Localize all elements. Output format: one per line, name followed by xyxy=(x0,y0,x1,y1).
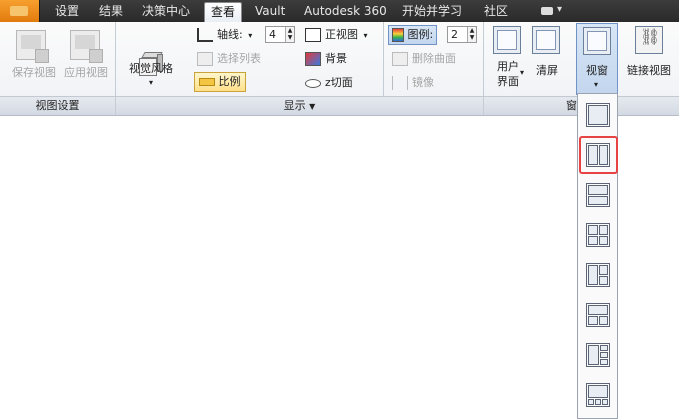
single-viewport-icon xyxy=(586,103,610,127)
save-view-label: 保存视图 xyxy=(12,66,56,79)
select-list-button[interactable]: 选择列表 xyxy=(197,50,261,68)
ruler-icon xyxy=(199,78,215,86)
chevron-down-icon: ▾ xyxy=(594,80,599,89)
layout-four-grid-option[interactable] xyxy=(583,220,613,250)
user-interface-button[interactable]: 用户 界面 ▾ xyxy=(490,24,526,94)
tab-settings[interactable]: 设置 xyxy=(55,2,79,22)
legend-value: 2 xyxy=(451,28,458,41)
caret-down-icon: ▾ xyxy=(557,4,563,15)
z-section-label: z切面 xyxy=(325,76,353,89)
scale-button[interactable]: 比例 xyxy=(194,72,246,92)
four-grid-viewport-icon xyxy=(586,223,610,247)
delete-section-button[interactable]: 删除曲面 xyxy=(392,50,456,68)
axes-number-input[interactable]: 4 ▲ ▼ xyxy=(265,26,295,43)
viewport-button[interactable]: 视窗 ▾ xyxy=(576,23,618,95)
tab-results[interactable]: 结果 xyxy=(99,2,123,22)
selected-layout-highlight xyxy=(579,136,618,174)
axes-value: 4 xyxy=(269,28,276,41)
viewport-label: 视窗 xyxy=(586,64,608,77)
apply-view-label: 应用视图 xyxy=(64,66,108,79)
save-view-icon xyxy=(16,30,49,63)
tab-autodesk-360[interactable]: Autodesk 360 xyxy=(304,2,387,22)
front-view-button[interactable]: 正视图 ▾ xyxy=(305,26,368,44)
application-menu-button[interactable] xyxy=(0,0,40,22)
apply-view-icon xyxy=(70,30,103,63)
background-icon xyxy=(305,52,321,66)
tab-vault[interactable]: Vault xyxy=(255,2,285,22)
panel-title-view-settings: 视图设置 xyxy=(0,96,115,115)
axes-icon xyxy=(197,28,213,42)
chain-link-icon: ⛓ xyxy=(635,26,663,54)
tab-view[interactable]: 查看 xyxy=(204,2,243,22)
layout-four-bottom-row-option[interactable] xyxy=(583,380,613,410)
visual-style-button[interactable]: 视觉风格 ▾ xyxy=(122,62,180,90)
spinner-arrows-icon[interactable]: ▲ ▼ xyxy=(285,27,294,42)
viewport-icon xyxy=(583,27,611,55)
legend-label: 图例: xyxy=(407,28,434,41)
three-right-stack-viewport-icon xyxy=(586,343,610,367)
layout-two-horizontal-option[interactable] xyxy=(583,180,613,210)
link-views-label: 链接视图 xyxy=(627,64,671,77)
front-view-icon xyxy=(305,28,321,42)
spinner-arrows-icon[interactable]: ▲ ▼ xyxy=(467,27,476,42)
clear-screen-icon xyxy=(532,26,560,54)
link-views-button[interactable]: ⛓ 链接视图 xyxy=(621,24,677,94)
ribbon-tab-bar: 设置 结果 决策中心 查看 Vault Autodesk 360 开始并学习 社… xyxy=(0,0,679,22)
panel-toggle-button[interactable]: ▾ xyxy=(537,4,565,18)
z-section-icon xyxy=(305,78,321,88)
display-panel-title: 显示 xyxy=(283,99,306,112)
legend-button[interactable]: 图例: xyxy=(388,25,438,45)
mirror-label: 镜像 xyxy=(412,76,434,89)
four-bottom-row-viewport-icon xyxy=(586,383,610,407)
tab-decision-center[interactable]: 决策中心 xyxy=(142,2,190,22)
layout-three-bottom-split-option[interactable] xyxy=(583,300,613,330)
background-button[interactable]: 背景 xyxy=(305,50,347,68)
legend-number-input[interactable]: 2 ▲ ▼ xyxy=(447,26,477,43)
z-section-button[interactable]: z切面 xyxy=(305,74,353,92)
screen-icon xyxy=(541,7,553,15)
visual-style-label: 视觉风格 xyxy=(129,62,173,75)
layout-three-left-split-option[interactable] xyxy=(583,260,613,290)
layout-single-option[interactable] xyxy=(583,100,613,130)
scale-label: 比例 xyxy=(218,75,241,88)
axes-label: 轴线: xyxy=(217,28,243,41)
delete-section-label: 删除曲面 xyxy=(412,52,456,65)
select-list-label: 选择列表 xyxy=(217,52,261,65)
clear-screen-label: 清屏 xyxy=(536,64,558,77)
axes-dropdown-icon[interactable]: ▾ xyxy=(248,31,252,40)
legend-icon xyxy=(392,28,404,42)
background-label: 背景 xyxy=(325,52,347,65)
chevron-down-icon: ▼ xyxy=(309,102,316,111)
two-horizontal-viewport-icon xyxy=(586,183,610,207)
delete-section-icon xyxy=(392,52,408,66)
save-view-button[interactable]: 保存视图 xyxy=(6,26,56,86)
panel-title-display[interactable]: 显示 ▼ xyxy=(116,96,483,115)
three-left-split-viewport-icon xyxy=(586,263,610,287)
tab-community[interactable]: 社区 xyxy=(484,2,508,22)
mirror-icon xyxy=(392,76,408,90)
window-panel-title: 窗 xyxy=(566,99,577,112)
chevron-down-icon: ▾ xyxy=(363,31,368,40)
axes-control: 轴线: ▾ xyxy=(197,26,252,44)
user-interface-icon xyxy=(493,26,521,54)
mirror-button[interactable]: 镜像 xyxy=(392,74,434,92)
chevron-down-icon: ▾ xyxy=(148,78,153,87)
apply-view-button[interactable]: 应用视图 xyxy=(60,26,112,86)
chevron-down-icon: ▾ xyxy=(520,68,525,77)
clear-screen-button[interactable]: 清屏 xyxy=(529,24,565,94)
tab-get-started[interactable]: 开始并学习 xyxy=(402,2,462,22)
layout-three-right-stack-option[interactable] xyxy=(583,340,613,370)
select-list-icon xyxy=(197,52,213,66)
three-bottom-split-viewport-icon xyxy=(586,303,610,327)
viewport-layout-dropdown xyxy=(577,93,618,419)
front-view-label: 正视图 xyxy=(325,28,358,41)
